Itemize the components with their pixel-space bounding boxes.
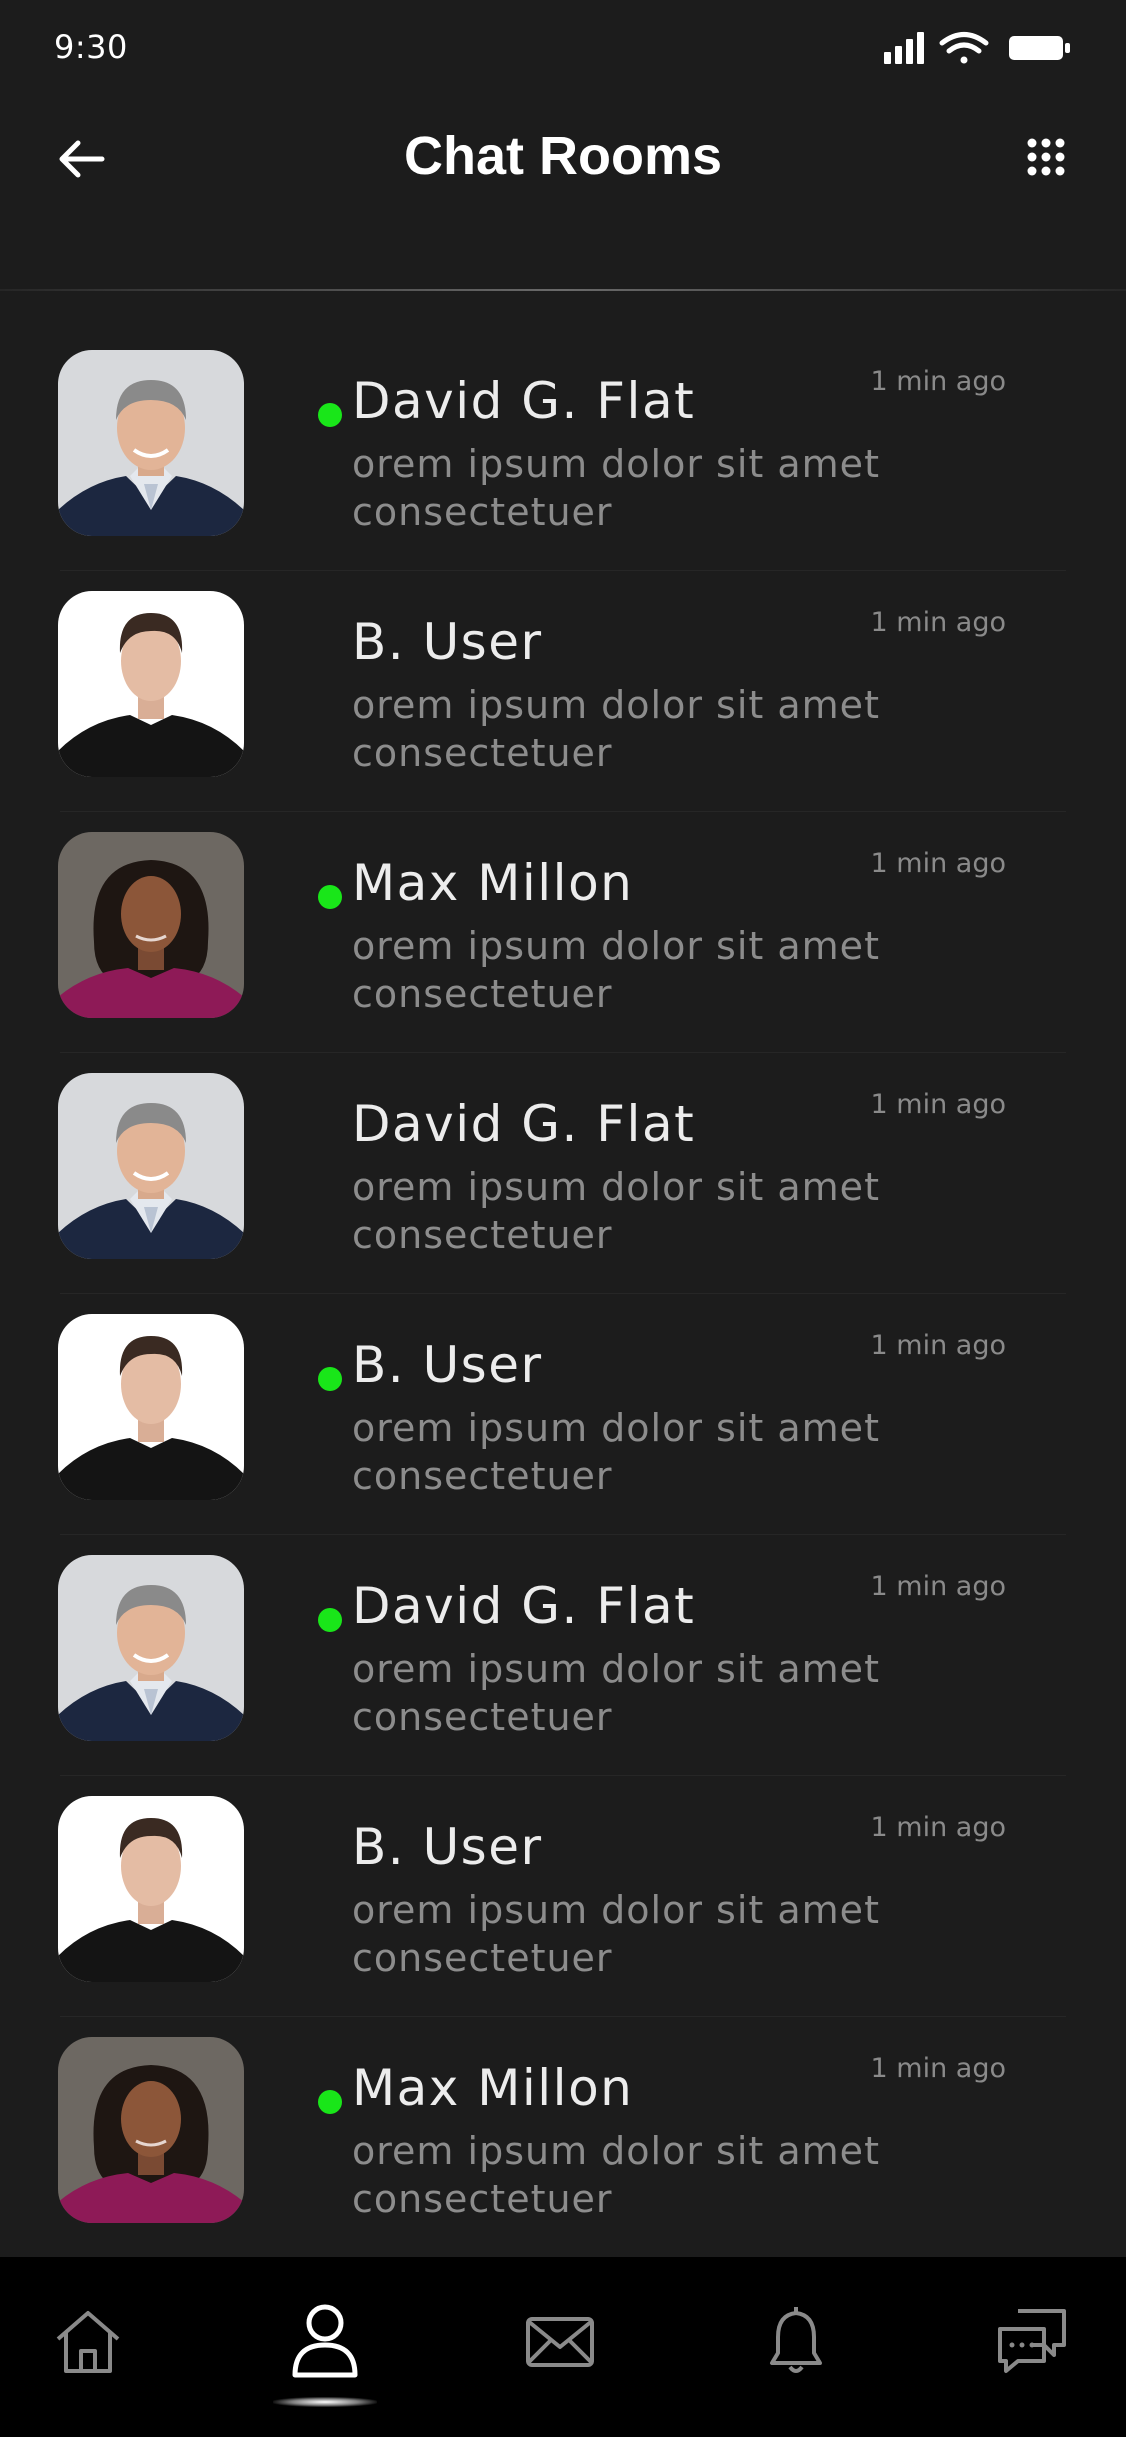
avatar [58, 1073, 244, 1259]
chat-list-item[interactable]: B. User 1 min ago orem ipsum dolor sit a… [0, 1776, 1126, 2017]
chat-list-item[interactable]: Max Millon 1 min ago orem ipsum dolor si… [0, 2017, 1126, 2258]
chat-list-item[interactable]: David G. Flat 1 min ago orem ipsum dolor… [0, 330, 1126, 571]
page-title: Chat Rooms [403, 126, 722, 186]
avatar [58, 1555, 244, 1741]
chat-bubbles-icon [998, 2309, 1066, 2373]
online-status-dot [318, 1608, 342, 1632]
chat-contact-name: Max Millon [352, 2059, 634, 2117]
nav-home[interactable] [48, 2301, 128, 2381]
chat-message-preview: orem ipsum dolor sit amet consectetuer [352, 442, 880, 534]
chat-message-preview: orem ipsum dolor sit amet consectetuer [352, 1888, 880, 1980]
nav-notifications[interactable] [756, 2301, 836, 2381]
chat-contact-name: B. User [352, 1336, 543, 1394]
chat-list-item[interactable]: B. User 1 min ago orem ipsum dolor sit a… [0, 1294, 1126, 1535]
avatar [58, 591, 244, 777]
chat-contact-name: David G. Flat [352, 1095, 696, 1153]
chat-message-preview: orem ipsum dolor sit amet consectetuer [352, 924, 880, 1016]
wifi-icon [939, 32, 989, 64]
cellular-signal-icon [884, 32, 924, 64]
grid-dots-icon [1027, 138, 1065, 176]
status-icons [884, 30, 1074, 66]
chat-contact-name: Max Millon [352, 854, 634, 912]
online-status-dot [318, 2090, 342, 2114]
profile-icon [292, 2304, 358, 2378]
home-icon [56, 2311, 120, 2373]
chat-contact-name: David G. Flat [352, 1577, 696, 1635]
chat-message-preview: orem ipsum dolor sit amet consectetuer [352, 1647, 880, 1739]
online-status-dot [318, 885, 342, 909]
battery-icon [1009, 36, 1070, 60]
online-status-dot [318, 1367, 342, 1391]
chat-list-item[interactable]: Max Millon 1 min ago orem ipsum dolor si… [0, 812, 1126, 1053]
bell-icon [770, 2307, 822, 2373]
chat-contact-name: B. User [352, 1818, 543, 1876]
chat-message-preview: orem ipsum dolor sit amet consectetuer [352, 2129, 880, 2221]
nav-chats[interactable] [992, 2301, 1072, 2381]
nav-mail[interactable] [520, 2301, 600, 2381]
chat-timestamp: 1 min ago [870, 1812, 1006, 1843]
avatar [58, 2037, 244, 2223]
chat-list-item[interactable]: David G. Flat 1 min ago orem ipsum dolor… [0, 1535, 1126, 1776]
chat-timestamp: 1 min ago [870, 1571, 1006, 1602]
chat-list: David G. Flat 1 min ago orem ipsum dolor… [0, 330, 1126, 2258]
chat-message-preview: orem ipsum dolor sit amet consectetuer [352, 1406, 880, 1498]
avatar [58, 350, 244, 536]
mail-icon [526, 2317, 594, 2367]
header-divider [0, 289, 1126, 291]
nav-profile[interactable] [285, 2301, 365, 2381]
avatar [58, 832, 244, 1018]
chat-list-item[interactable]: B. User 1 min ago orem ipsum dolor sit a… [0, 571, 1126, 812]
chat-contact-name: B. User [352, 613, 543, 671]
chat-message-preview: orem ipsum dolor sit amet consectetuer [352, 683, 880, 775]
header: Chat Rooms [0, 95, 1126, 290]
status-bar: 9:30 [0, 0, 1126, 95]
chat-timestamp: 1 min ago [870, 2053, 1006, 2084]
bottom-nav [0, 2257, 1126, 2437]
avatar [58, 1314, 244, 1500]
menu-button[interactable] [1026, 137, 1066, 177]
chat-timestamp: 1 min ago [870, 1089, 1006, 1120]
chat-list-item[interactable]: David G. Flat 1 min ago orem ipsum dolor… [0, 1053, 1126, 1294]
status-time: 9:30 [54, 28, 128, 66]
chat-timestamp: 1 min ago [870, 848, 1006, 879]
chat-timestamp: 1 min ago [870, 1330, 1006, 1361]
chat-timestamp: 1 min ago [870, 366, 1006, 397]
chat-timestamp: 1 min ago [870, 607, 1006, 638]
chat-message-preview: orem ipsum dolor sit amet consectetuer [352, 1165, 880, 1257]
nav-active-indicator [273, 2397, 377, 2407]
online-status-dot [318, 403, 342, 427]
chat-contact-name: David G. Flat [352, 372, 696, 430]
avatar [58, 1796, 244, 1982]
